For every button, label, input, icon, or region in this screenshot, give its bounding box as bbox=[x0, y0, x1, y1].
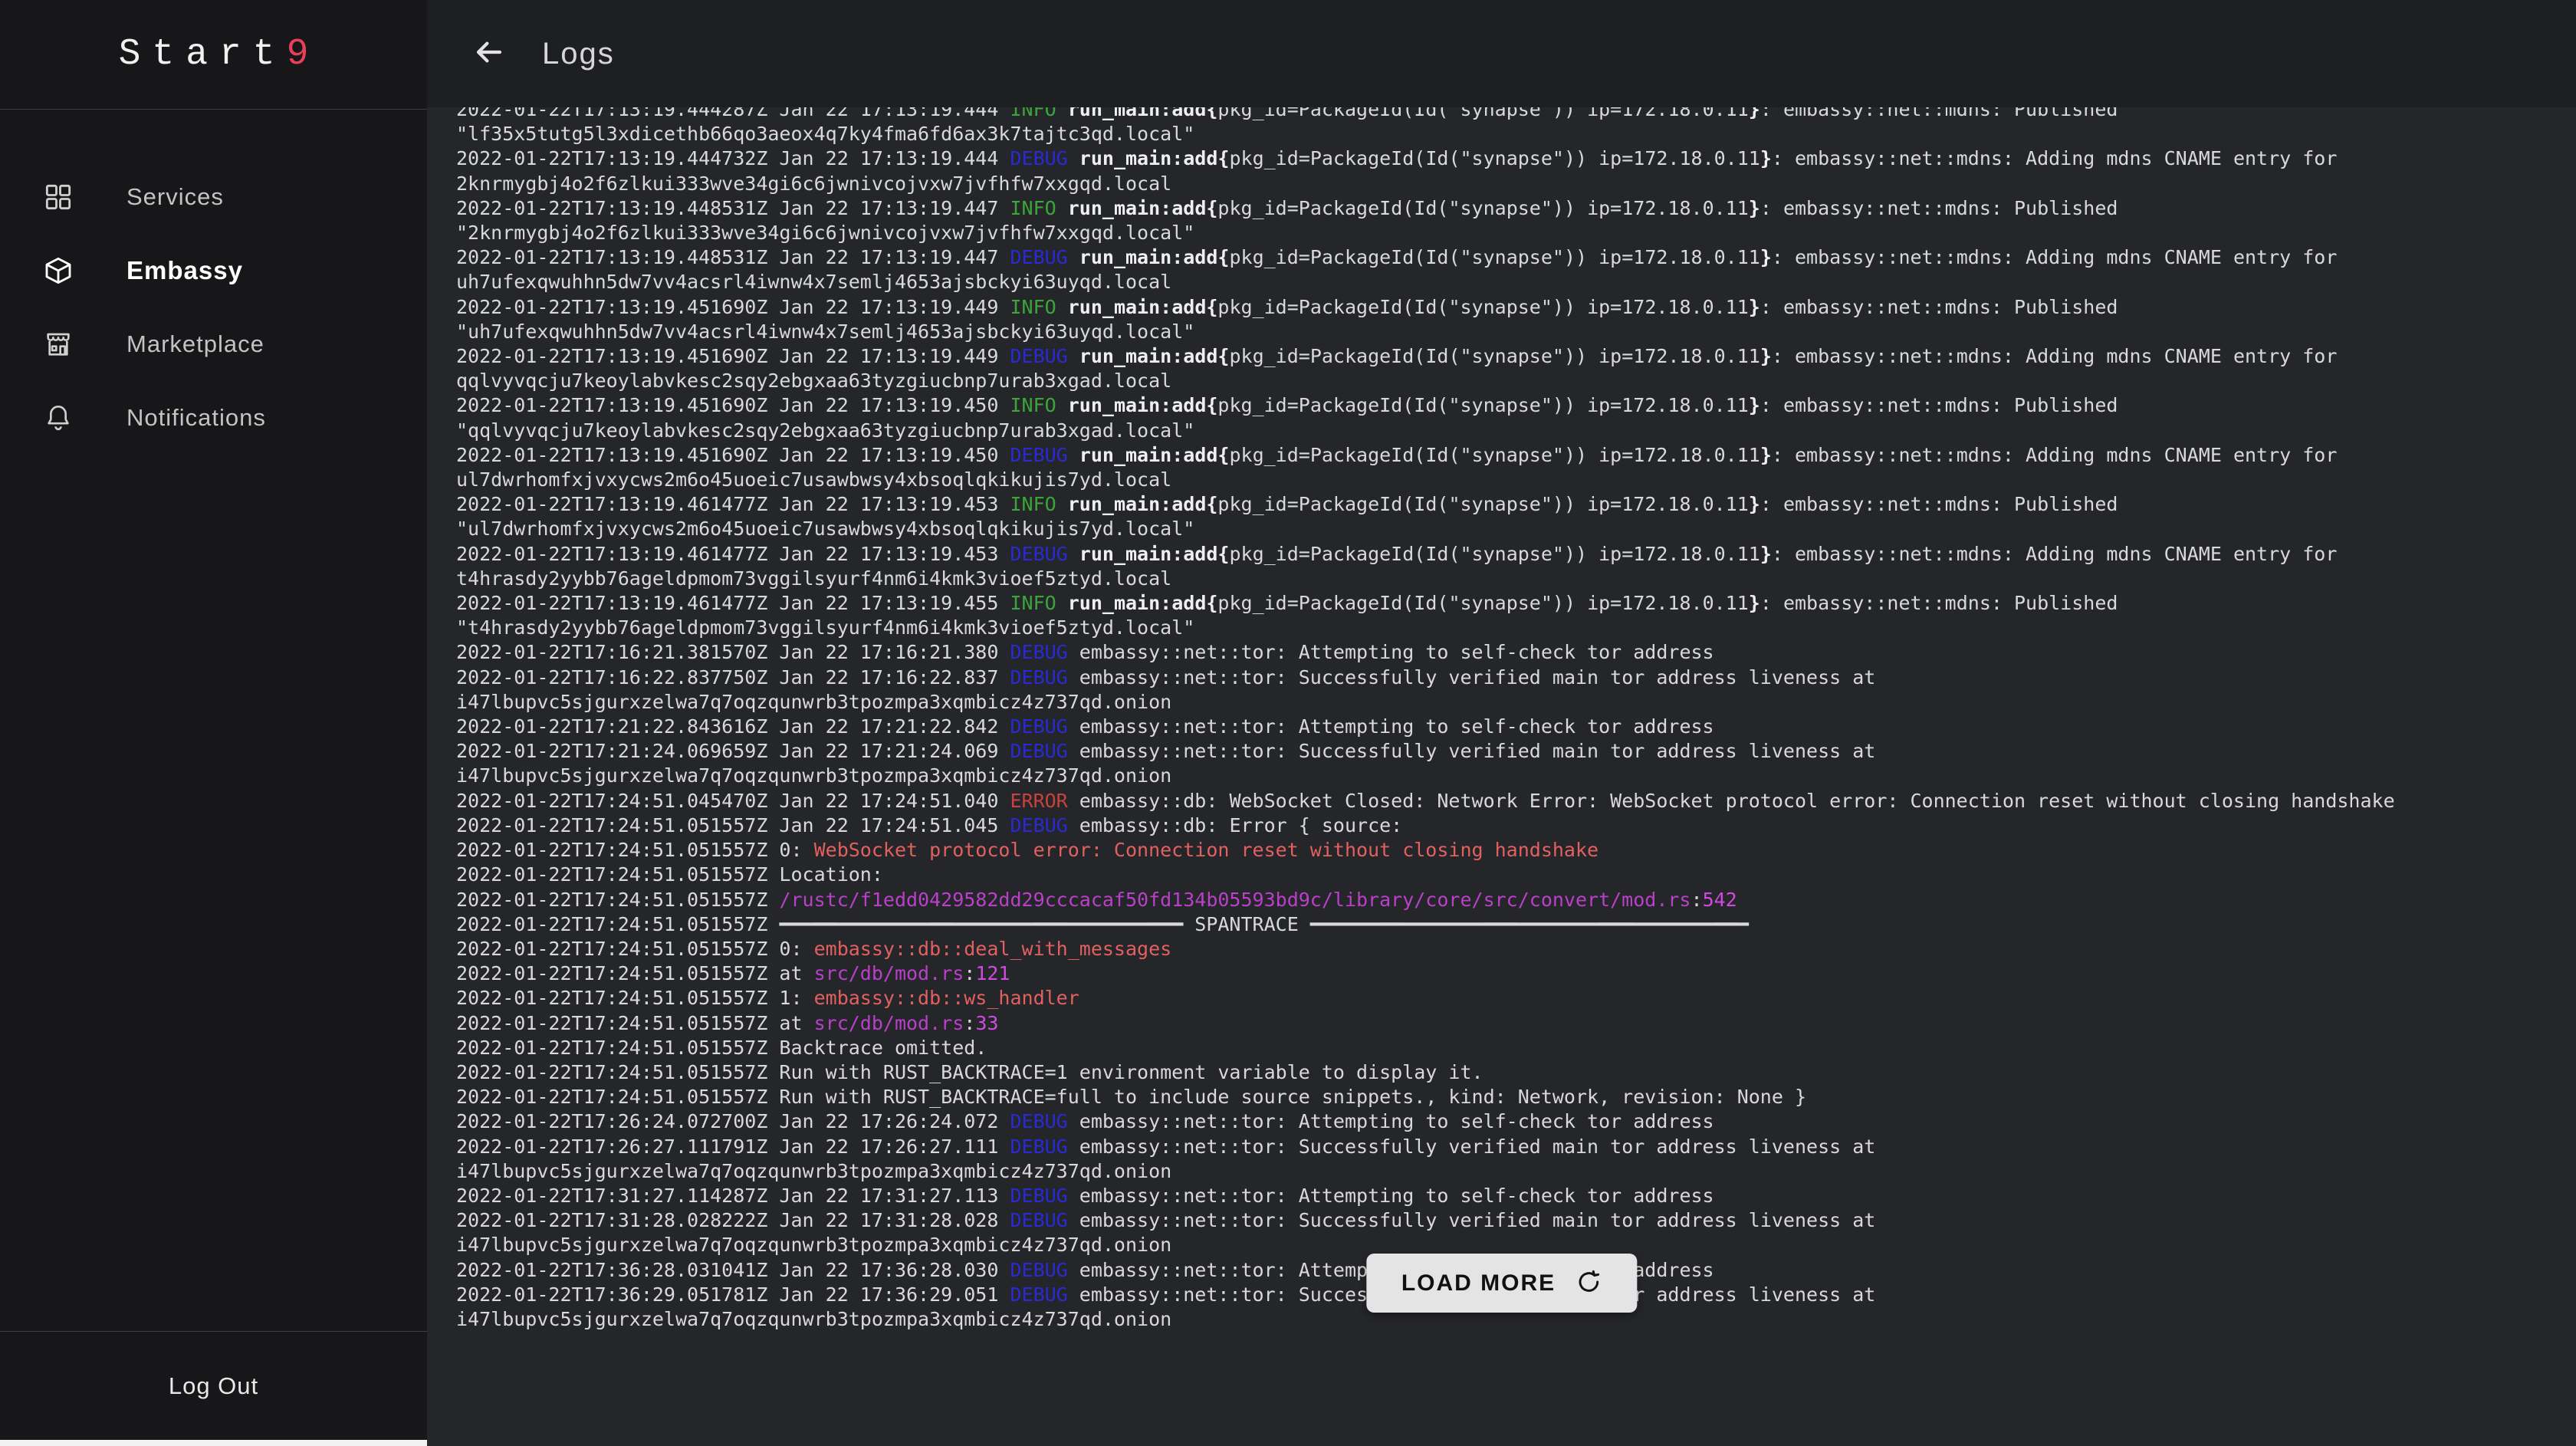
log-line: "t4hrasdy2yybb76ageldpmom73vggilsyurf4nm… bbox=[456, 616, 2576, 640]
brand-text: Start9 bbox=[119, 34, 309, 75]
sidebar-item-label: Notifications bbox=[127, 404, 266, 432]
log-content: 2022-01-22T17:13:19.444287Z Jan 22 17:13… bbox=[427, 107, 2576, 1332]
log-line: 2022-01-22T17:26:24.072700Z Jan 22 17:26… bbox=[456, 1109, 2576, 1134]
log-line: i47lbupvc5sjgurxzelwa7q7oqzqunwrb3tpozmp… bbox=[456, 1159, 2576, 1184]
log-line: 2022-01-22T17:31:28.028222Z Jan 22 17:31… bbox=[456, 1208, 2576, 1233]
log-line: 2022-01-22T17:13:19.448531Z Jan 22 17:13… bbox=[456, 196, 2576, 221]
back-button[interactable] bbox=[470, 35, 508, 73]
brand-word: Start bbox=[119, 34, 287, 75]
log-line: 2022-01-22T17:24:51.051557Z at src/db/mo… bbox=[456, 1011, 2576, 1036]
page-header: Logs bbox=[427, 0, 2576, 107]
log-line: ul7dwrhomfxjvxycws2m6o45uoeic7usawbwsy4x… bbox=[456, 468, 2576, 492]
page-title: Logs bbox=[542, 37, 615, 71]
storefront-icon bbox=[42, 328, 74, 360]
log-line: "ul7dwrhomfxjvxycws2m6o45uoeic7usawbwsy4… bbox=[456, 517, 2576, 541]
load-more-label: LOAD MORE bbox=[1401, 1270, 1556, 1296]
log-line: 2022-01-22T17:24:51.051557Z Backtrace om… bbox=[456, 1036, 2576, 1060]
log-line: 2knrmygbj4o2f6zlkui333wve34gi6c6jwnivcoj… bbox=[456, 172, 2576, 196]
log-line: 2022-01-22T17:31:27.114287Z Jan 22 17:31… bbox=[456, 1184, 2576, 1208]
log-line: 2022-01-22T17:24:51.045470Z Jan 22 17:24… bbox=[456, 789, 2576, 813]
log-line: qqlvyvqcju7keoylabvkesc2sqy2ebgxaa63tyzg… bbox=[456, 369, 2576, 393]
log-line: 2022-01-22T17:24:51.051557Z 0: WebSocket… bbox=[456, 838, 2576, 863]
log-line: uh7ufexqwuhhn5dw7vv4acsrl4iwnw4x7semlj46… bbox=[456, 270, 2576, 294]
log-line: 2022-01-22T17:13:19.448531Z Jan 22 17:13… bbox=[456, 245, 2576, 270]
sidebar-item-label: Services bbox=[127, 183, 224, 211]
log-line: 2022-01-22T17:13:19.444287Z Jan 22 17:13… bbox=[456, 107, 2576, 122]
arrow-left-icon bbox=[473, 36, 505, 72]
brand-logo: Start9 bbox=[0, 0, 427, 110]
sidebar-bottom-strip bbox=[0, 1440, 427, 1446]
log-line: i47lbupvc5sjgurxzelwa7q7oqzqunwrb3tpozmp… bbox=[456, 690, 2576, 715]
log-line: 2022-01-22T17:24:51.051557Z /rustc/f1edd… bbox=[456, 888, 2576, 912]
log-line: 2022-01-22T17:13:19.461477Z Jan 22 17:13… bbox=[456, 542, 2576, 567]
log-line: 2022-01-22T17:13:19.451690Z Jan 22 17:13… bbox=[456, 443, 2576, 468]
log-line: 2022-01-22T17:24:51.051557Z Run with RUS… bbox=[456, 1060, 2576, 1085]
sidebar-item-marketplace[interactable]: Marketplace bbox=[0, 307, 427, 381]
log-line: 2022-01-22T17:16:22.837750Z Jan 22 17:16… bbox=[456, 665, 2576, 690]
refresh-icon bbox=[1576, 1269, 1602, 1297]
log-line: 2022-01-22T17:26:27.111791Z Jan 22 17:26… bbox=[456, 1135, 2576, 1159]
log-line: 2022-01-22T17:24:51.051557Z 1: embassy::… bbox=[456, 986, 2576, 1011]
log-line: 2022-01-22T17:13:19.461477Z Jan 22 17:13… bbox=[456, 492, 2576, 517]
sidebar-item-label: Marketplace bbox=[127, 330, 264, 358]
log-console[interactable]: 2022-01-22T17:13:19.444287Z Jan 22 17:13… bbox=[427, 107, 2576, 1446]
log-line: 2022-01-22T17:24:51.051557Z Location: bbox=[456, 863, 2576, 887]
app-window: Start9 Services bbox=[0, 0, 2576, 1446]
log-line: "lf35x5tutg5l3xdicethb66qo3aeox4q7ky4fma… bbox=[456, 122, 2576, 146]
log-line: "uh7ufexqwuhhn5dw7vv4acsrl4iwnw4x7semlj4… bbox=[456, 320, 2576, 344]
cube-icon bbox=[42, 255, 74, 287]
log-line: 2022-01-22T17:13:19.444732Z Jan 22 17:13… bbox=[456, 146, 2576, 171]
brand-accent-digit: 9 bbox=[287, 34, 309, 75]
sidebar: Start9 Services bbox=[0, 0, 427, 1446]
log-line: i47lbupvc5sjgurxzelwa7q7oqzqunwrb3tpozmp… bbox=[456, 764, 2576, 788]
log-line: 2022-01-22T17:21:22.843616Z Jan 22 17:21… bbox=[456, 715, 2576, 739]
bell-icon bbox=[42, 402, 74, 434]
log-line: "qqlvyvqcju7keoylabvkesc2sqy2ebgxaa63tyz… bbox=[456, 419, 2576, 443]
log-line: 2022-01-22T17:24:51.051557Z Run with RUS… bbox=[456, 1085, 2576, 1109]
log-line: 2022-01-22T17:13:19.451690Z Jan 22 17:13… bbox=[456, 344, 2576, 369]
log-line: 2022-01-22T17:16:21.381570Z Jan 22 17:16… bbox=[456, 640, 2576, 665]
log-line: 2022-01-22T17:13:19.451690Z Jan 22 17:13… bbox=[456, 393, 2576, 418]
log-line: 2022-01-22T17:24:51.051557Z at src/db/mo… bbox=[456, 961, 2576, 986]
sidebar-item-services[interactable]: Services bbox=[0, 160, 427, 234]
sidebar-item-label: Embassy bbox=[127, 256, 243, 285]
log-line: "2knrmygbj4o2f6zlkui333wve34gi6c6jwnivco… bbox=[456, 221, 2576, 245]
log-line: 2022-01-22T17:13:19.451690Z Jan 22 17:13… bbox=[456, 295, 2576, 320]
sidebar-nav: Services Embassy bbox=[0, 110, 427, 455]
load-more-button[interactable]: LOAD MORE bbox=[1366, 1254, 1637, 1313]
log-line: 2022-01-22T17:24:51.051557Z ━━━━━━━━━━━━… bbox=[456, 912, 2576, 937]
sidebar-item-notifications[interactable]: Notifications bbox=[0, 381, 427, 455]
main-content: Logs 2022-01-22T17:13:19.444287Z Jan 22 … bbox=[427, 0, 2576, 1446]
log-line: t4hrasdy2yybb76ageldpmom73vggilsyurf4nm6… bbox=[456, 567, 2576, 591]
log-line: 2022-01-22T17:13:19.461477Z Jan 22 17:13… bbox=[456, 591, 2576, 616]
log-line: 2022-01-22T17:24:51.051557Z Jan 22 17:24… bbox=[456, 813, 2576, 838]
logout-label: Log Out bbox=[169, 1372, 258, 1400]
grid-icon bbox=[42, 181, 74, 213]
sidebar-item-embassy[interactable]: Embassy bbox=[0, 234, 427, 307]
log-line: 2022-01-22T17:24:51.051557Z 0: embassy::… bbox=[456, 937, 2576, 961]
logout-button[interactable]: Log Out bbox=[0, 1331, 427, 1440]
log-line: 2022-01-22T17:21:24.069659Z Jan 22 17:21… bbox=[456, 739, 2576, 764]
